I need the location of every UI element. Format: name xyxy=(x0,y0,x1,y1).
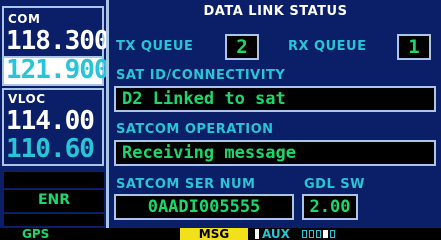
vloc-standby-frequency: 110.60 xyxy=(6,134,95,164)
page-dot xyxy=(323,230,328,238)
rx-queue-value: 1 xyxy=(397,34,431,60)
gns-screen: COM 118.300 121.900 VLOC 114.00 110.60 E… xyxy=(0,0,441,240)
sat-connectivity-label: SAT ID/CONNECTIVITY xyxy=(116,68,286,83)
tx-queue-label: TX QUEUE xyxy=(116,39,194,54)
com-standby-frequency: 121.900 xyxy=(6,55,110,85)
rx-queue-label: RX QUEUE xyxy=(288,39,367,54)
annunciator-window xyxy=(4,214,104,226)
page-dot xyxy=(330,230,335,238)
vloc-window[interactable]: VLOC 114.00 110.60 xyxy=(2,88,104,166)
page-title: DATA LINK STATUS xyxy=(203,4,348,19)
com-standby-highlight[interactable]: 121.900 xyxy=(4,55,110,85)
msg-annunciator[interactable]: MSG xyxy=(180,228,248,240)
satcom-operation-value: Receiving message xyxy=(114,140,436,166)
page-dot xyxy=(316,230,321,238)
page-dot xyxy=(309,230,314,238)
gdl-software-value: 2.00 xyxy=(302,194,358,220)
gdl-software-label: GDL SW xyxy=(304,177,365,192)
satcom-operation-label: SATCOM OPERATION xyxy=(116,122,274,137)
vloc-active-frequency: 114.00 xyxy=(6,106,95,136)
status-bar: GPS MSG AUX xyxy=(0,228,441,240)
message-window xyxy=(4,172,104,188)
cdi-mode-window: ENR xyxy=(4,190,104,212)
data-link-status-page: DATA LINK STATUS TX QUEUE 2 RX QUEUE 1 S… xyxy=(110,0,441,228)
com-tag: COM xyxy=(8,12,41,26)
radio-column: COM 118.300 121.900 VLOC 114.00 110.60 E… xyxy=(0,0,110,240)
com-window[interactable]: COM 118.300 121.900 xyxy=(2,6,110,86)
page-group-label: AUX xyxy=(262,228,290,240)
satcom-serial-value: 0AADI005555 xyxy=(114,194,294,220)
com-active-frequency: 118.300 xyxy=(6,26,110,56)
page-group-cursor xyxy=(255,229,259,239)
sat-connectivity-value: D2 Linked to sat xyxy=(114,86,436,112)
tx-queue-value: 2 xyxy=(225,34,259,60)
vloc-tag: VLOC xyxy=(8,92,46,106)
satcom-serial-label: SATCOM SER NUM xyxy=(116,177,256,192)
cdi-mode-label: ENR xyxy=(37,192,71,208)
column-divider xyxy=(106,0,109,228)
nav-mode-annunciator: GPS xyxy=(22,228,50,240)
page-dot xyxy=(302,230,307,238)
